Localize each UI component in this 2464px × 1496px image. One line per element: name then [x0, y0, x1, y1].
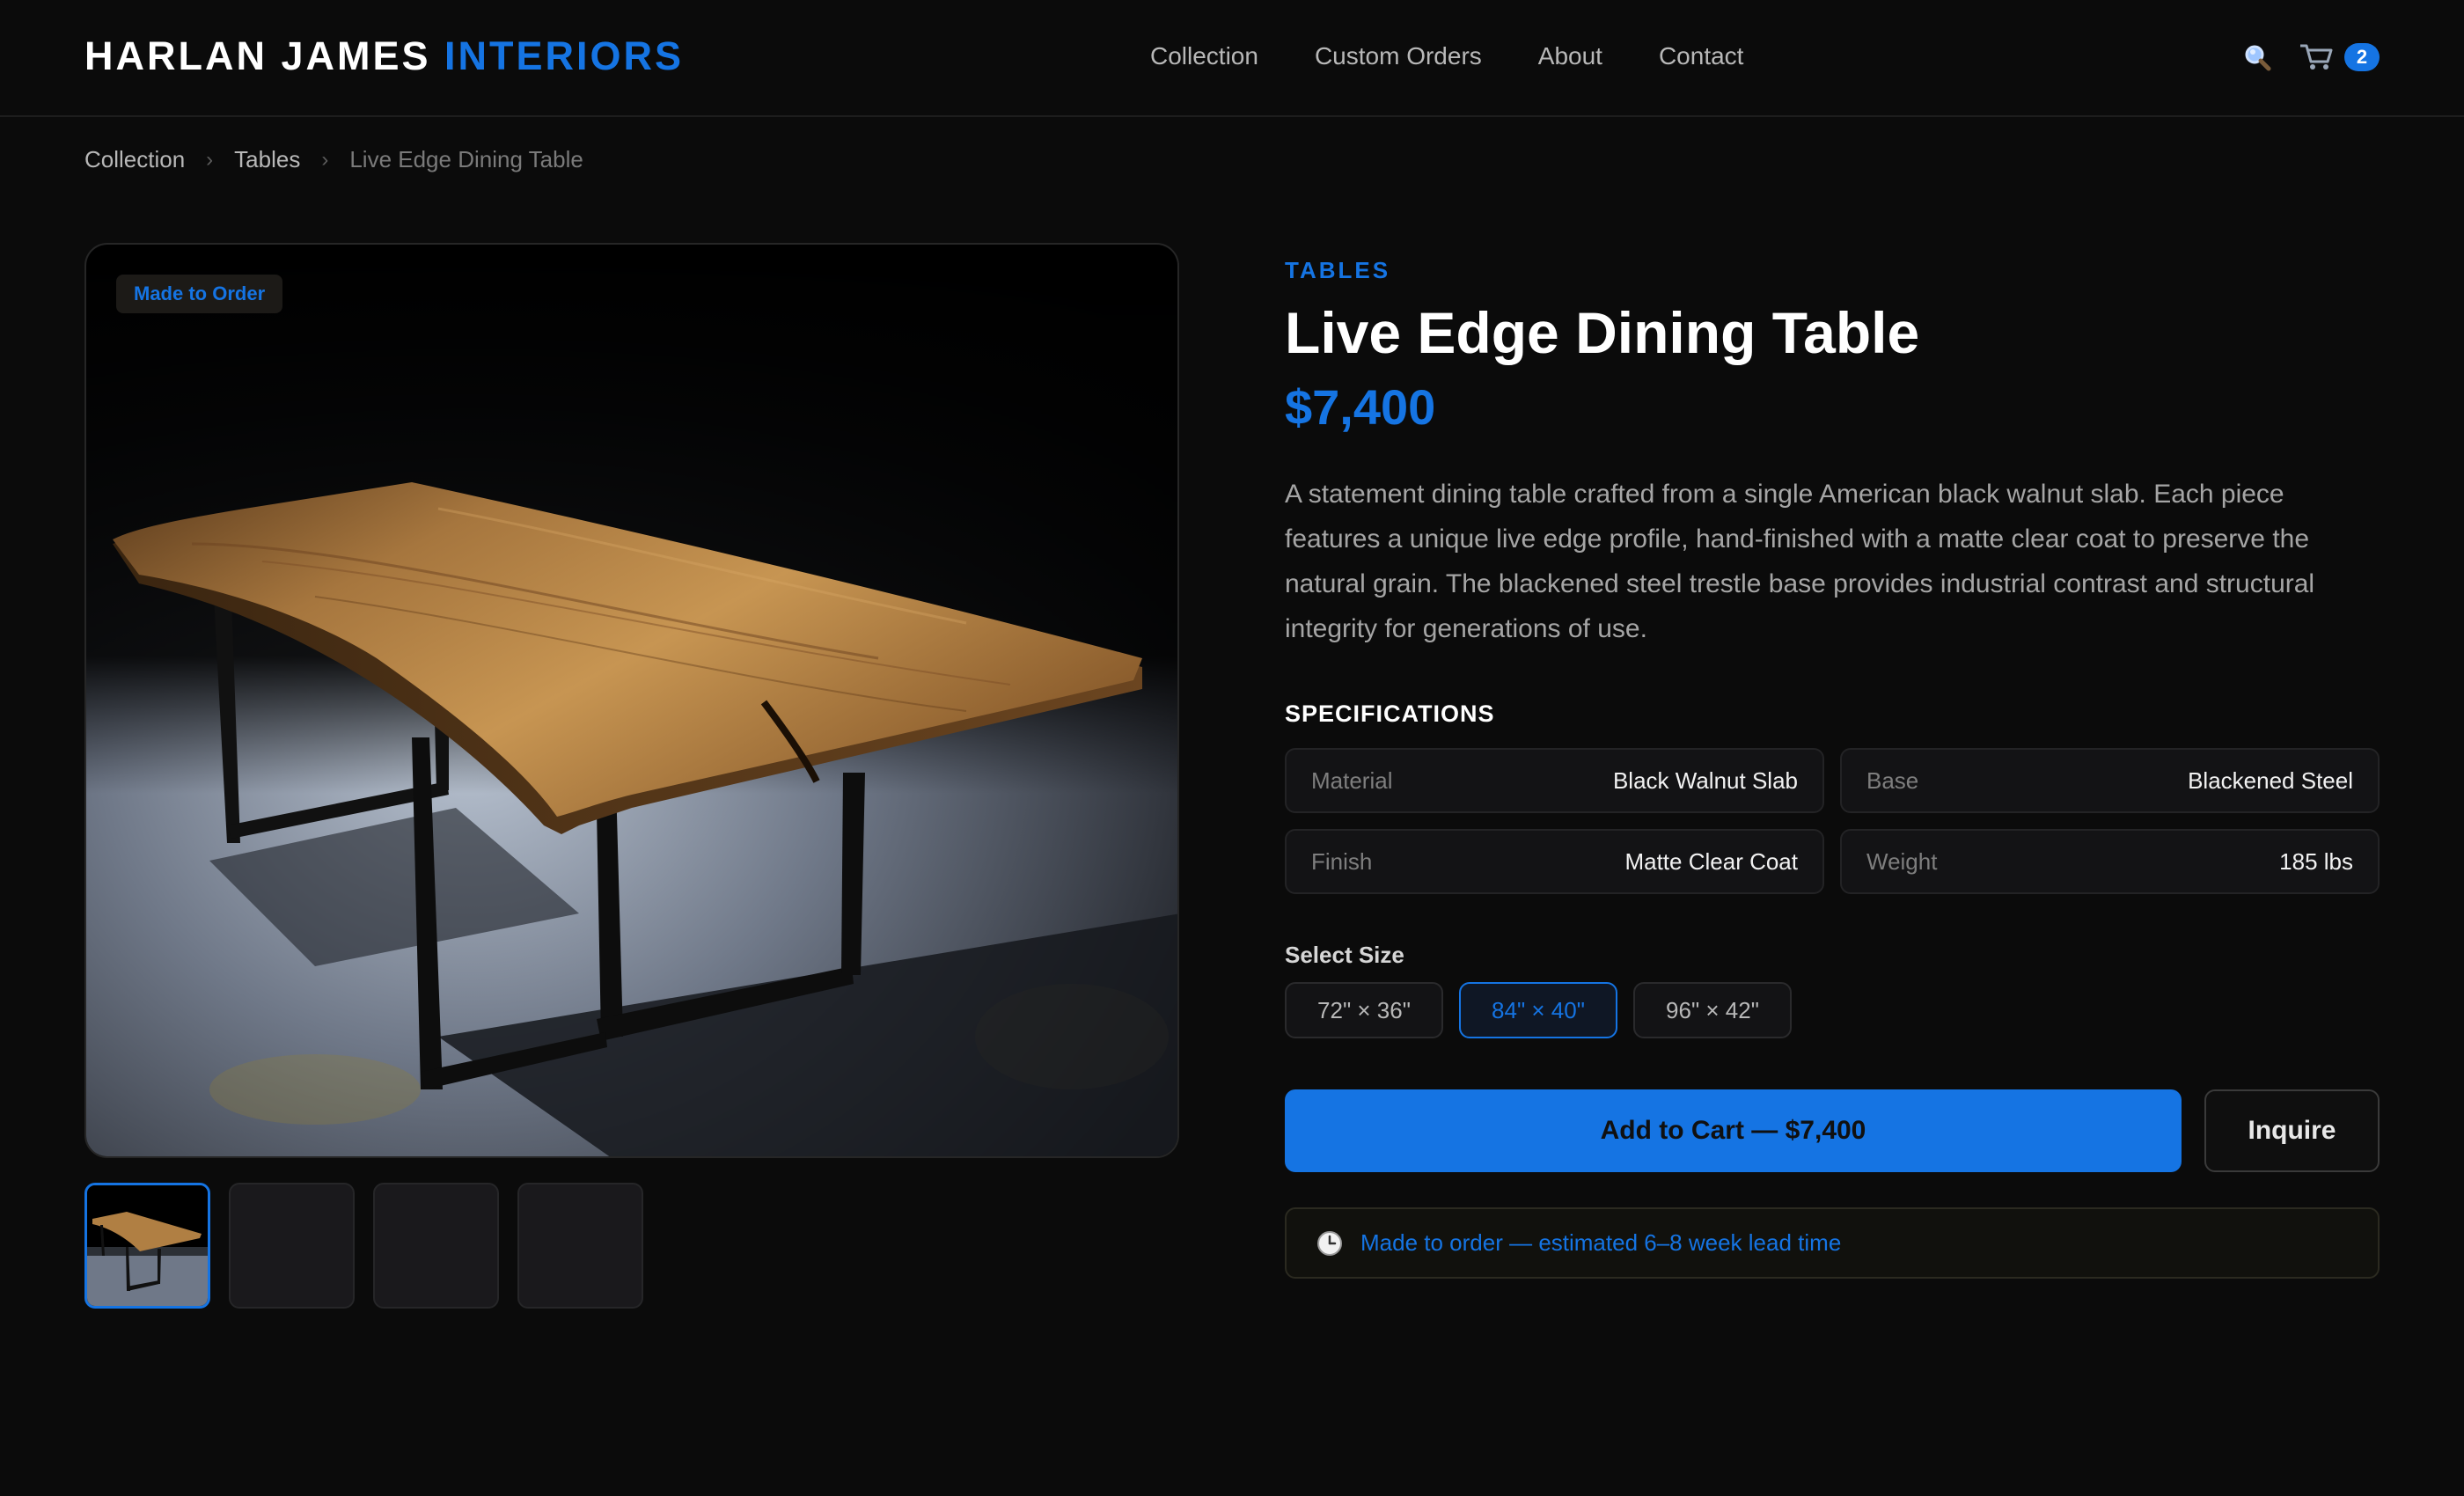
product-price: $7,400 — [1285, 379, 1436, 435]
size-option-84x40[interactable]: 84" × 40" — [1459, 982, 1617, 1038]
made-to-order-badge: Made to Order — [116, 275, 283, 313]
add-to-cart-button[interactable]: Add to Cart — $7,400 — [1285, 1089, 2182, 1172]
size-heading: Select Size — [1285, 942, 1404, 968]
nav-item-about[interactable]: About — [1538, 42, 1602, 70]
spec-label: Material — [1311, 766, 1393, 794]
product-description: A statement dining table crafted from a … — [1285, 480, 2315, 643]
brand-name-primary: HARLAN JAMES — [84, 33, 431, 78]
brand-logo[interactable]: HARLAN JAMES INTERIORS — [84, 33, 684, 79]
product-category[interactable]: TABLES — [1285, 257, 1390, 284]
product-main-image[interactable]: Made to Order — [84, 243, 1179, 1158]
site-header: HARLAN JAMES INTERIORS Collection Custom… — [0, 0, 2464, 117]
size-options: 72" × 36" 84" × 40" 96" × 42" — [1285, 982, 1792, 1038]
chevron-right-icon: › — [206, 147, 214, 172]
cart-count-badge[interactable]: 2 — [2344, 43, 2380, 71]
size-option-96x42[interactable]: 96" × 42" — [1633, 982, 1792, 1038]
thumbnail-4[interactable] — [517, 1183, 643, 1309]
specifications-grid: Material Black Walnut Slab Base Blackene… — [1285, 748, 2380, 894]
breadcrumb-item-current: Live Edge Dining Table — [349, 146, 583, 172]
inquire-button[interactable]: Inquire — [2204, 1089, 2380, 1172]
breadcrumb-item-tables[interactable]: Tables — [234, 146, 300, 173]
spec-value: Blackened Steel — [2188, 766, 2353, 794]
specifications-heading: SPECIFICATIONS — [1285, 700, 1495, 727]
spec-weight: Weight 185 lbs — [1840, 829, 2380, 894]
spec-value: Matte Clear Coat — [1624, 847, 1798, 875]
thumbnail-2[interactable] — [229, 1183, 355, 1309]
spec-base: Base Blackened Steel — [1840, 748, 2380, 813]
lead-time-notice: Made to order — estimated 6–8 week lead … — [1285, 1207, 2380, 1279]
lead-time-text: Made to order — estimated 6–8 week lead … — [1360, 1229, 1842, 1256]
nav-item-collection[interactable]: Collection — [1150, 42, 1258, 70]
spec-finish: Finish Matte Clear Coat — [1285, 829, 1824, 894]
spec-value: 185 lbs — [2279, 847, 2353, 875]
thumbnail-strip — [84, 1183, 643, 1309]
product-title: Live Edge Dining Table — [1285, 300, 1920, 365]
cart-icon[interactable] — [2299, 42, 2334, 72]
breadcrumb-item-collection[interactable]: Collection — [84, 146, 185, 173]
breadcrumb: Collection › Tables › Live Edge Dining T… — [84, 146, 583, 173]
nav-item-contact[interactable]: Contact — [1659, 42, 1744, 70]
spec-label: Finish — [1311, 847, 1373, 875]
thumbnail-1[interactable] — [84, 1183, 210, 1309]
chevron-right-icon: › — [321, 147, 329, 172]
spec-material: Material Black Walnut Slab — [1285, 748, 1824, 813]
table-photo-illustration — [86, 245, 1177, 1156]
thumbnail-3[interactable] — [373, 1183, 499, 1309]
clock-icon — [1316, 1230, 1343, 1257]
spec-label: Weight — [1866, 847, 1938, 875]
brand-name-accent: INTERIORS — [444, 33, 685, 78]
search-icon[interactable] — [2242, 42, 2272, 72]
main-nav: Collection Custom Orders About Contact — [1150, 42, 1743, 70]
size-option-72x36[interactable]: 72" × 36" — [1285, 982, 1443, 1038]
spec-label: Base — [1866, 766, 1919, 794]
header-actions: 2 — [2242, 42, 2380, 72]
nav-item-custom-orders[interactable]: Custom Orders — [1315, 42, 1482, 70]
purchase-actions: Add to Cart — $7,400 Inquire — [1285, 1089, 2380, 1172]
spec-value: Black Walnut Slab — [1612, 766, 1798, 794]
